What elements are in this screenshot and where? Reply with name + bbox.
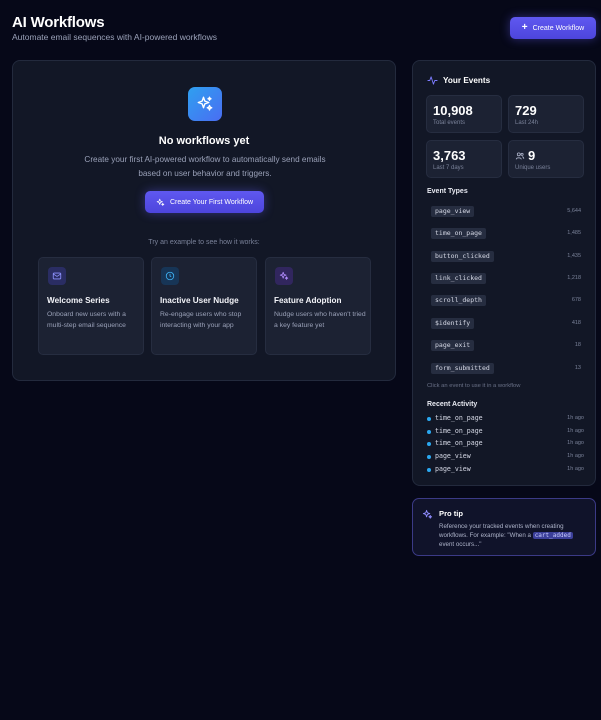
create-workflow-button[interactable]: + Create Workflow — [510, 17, 596, 39]
sparkles-icon — [275, 267, 293, 285]
activity-time: 1h ago — [567, 440, 584, 446]
stat-unique-users: 9 Unique users — [508, 140, 584, 178]
activity-event-name: time_on_page — [435, 427, 483, 435]
event-type-row[interactable]: form_submitted 13 — [431, 363, 581, 375]
activity-dot — [427, 417, 431, 421]
activity-row: page_view 1h ago — [427, 452, 584, 462]
event-type-row[interactable]: page_view 5,644 — [431, 206, 581, 218]
event-count: 418 — [571, 320, 581, 326]
create-workflow-label: Create Workflow — [532, 24, 585, 32]
stat-value-wrap: 9 — [515, 148, 535, 163]
event-name-chip: page_exit — [431, 340, 475, 351]
event-type-row[interactable]: $identify 418 — [431, 318, 581, 330]
workflows-empty-card: No workflows yet Create your first AI-po… — [12, 60, 396, 381]
event-name-chip: page_view — [431, 206, 475, 217]
sparkles-icon — [188, 87, 222, 121]
event-type-row[interactable]: button_clicked 1,435 — [431, 251, 581, 263]
event-count: 5,644 — [567, 208, 581, 214]
create-first-workflow-label: Create Your First Workflow — [169, 198, 254, 206]
stat-label: Last 24h — [515, 120, 539, 126]
events-panel: Your Events 10,908 Total events 729 Last… — [412, 60, 596, 486]
event-name-chip: $identify — [431, 318, 475, 329]
activity-row: time_on_page 1h ago — [427, 427, 584, 437]
page-subtitle: Automate email sequences with AI-powered… — [12, 32, 218, 42]
event-type-row[interactable]: link_clicked 1,218 — [431, 273, 581, 285]
event-name-chip: link_clicked — [431, 273, 486, 284]
pro-tip-text: Reference your tracked events when creat… — [439, 522, 589, 549]
event-count: 1,218 — [567, 275, 581, 281]
stat-label: Last 7 days — [433, 165, 464, 171]
event-types-title: Event Types — [427, 188, 468, 195]
example-description: Re-engage users who stop interacting wit… — [160, 311, 242, 329]
recent-activity-title: Recent Activity — [427, 401, 478, 408]
example-title: Inactive User Nudge — [160, 296, 239, 305]
activity-icon — [427, 76, 438, 85]
activity-event-name: page_view — [435, 465, 471, 473]
sparkles-icon — [422, 509, 433, 519]
stat-last-7-days: 3,763 Last 7 days — [426, 140, 502, 178]
empty-state-title: No workflows yet — [158, 135, 250, 147]
page-title: AI Workflows — [12, 14, 105, 31]
stat-value: 10,908 — [433, 103, 473, 118]
stat-value: 729 — [515, 103, 537, 118]
mail-icon — [48, 267, 66, 285]
example-title: Welcome Series — [47, 296, 110, 305]
pro-tip-code: cart_added — [532, 532, 573, 539]
activity-dot — [427, 430, 431, 434]
empty-state-description: Create your first AI-powered workflow to… — [84, 155, 326, 178]
stat-label: Total events — [433, 120, 466, 126]
activity-event-name: time_on_page — [435, 439, 483, 447]
stat-label: Unique users — [515, 165, 551, 171]
event-count: 1,485 — [567, 230, 581, 236]
event-count: 18 — [574, 342, 581, 348]
activity-time: 1h ago — [567, 466, 584, 472]
event-name-chip: form_submitted — [431, 363, 494, 374]
event-count: 13 — [574, 365, 581, 371]
event-type-row[interactable]: page_exit 18 — [431, 340, 581, 352]
event-count: 1,435 — [567, 253, 581, 259]
activity-row: time_on_page 1h ago — [427, 414, 584, 424]
pro-tip-text-after: event occurs..." — [439, 541, 482, 548]
activity-row: page_view 1h ago — [427, 465, 584, 475]
activity-dot — [427, 468, 431, 472]
activity-time: 1h ago — [567, 453, 584, 459]
event-type-row[interactable]: scroll_depth 678 — [431, 295, 581, 307]
activity-dot — [427, 442, 431, 446]
clock-icon — [161, 267, 179, 285]
activity-event-name: page_view — [435, 452, 471, 460]
users-icon — [515, 151, 525, 159]
stat-value: 3,763 — [433, 148, 466, 163]
activity-dot — [427, 455, 431, 459]
events-panel-title: Your Events — [443, 76, 491, 85]
create-first-workflow-button[interactable]: Create Your First Workflow — [145, 191, 264, 213]
activity-row: time_on_page 1h ago — [427, 439, 584, 449]
events-panel-header: Your Events — [427, 75, 490, 86]
pro-tip-card: Pro tip Reference your tracked events wh… — [412, 498, 596, 556]
event-type-row[interactable]: time_on_page 1,485 — [431, 228, 581, 240]
event-click-hint: Click an event to use it in a workflow — [427, 383, 521, 389]
sparkles-icon — [156, 198, 165, 206]
example-title: Feature Adoption — [274, 296, 342, 305]
event-name-chip: button_clicked — [431, 251, 494, 262]
example-card-welcome-series[interactable]: Welcome Series Onboard new users with a … — [38, 257, 144, 355]
example-description: Onboard new users with a multi-step emai… — [47, 311, 126, 329]
event-name-chip: scroll_depth — [431, 295, 486, 306]
stat-value: 9 — [528, 148, 536, 163]
event-count: 678 — [571, 297, 581, 303]
activity-event-name: time_on_page — [435, 414, 483, 422]
activity-time: 1h ago — [567, 415, 584, 421]
plus-icon: + — [521, 22, 528, 33]
example-card-feature-adoption[interactable]: Feature Adoption Nudge users who haven't… — [265, 257, 371, 355]
pro-tip-title: Pro tip — [439, 509, 464, 518]
event-name-chip: time_on_page — [431, 228, 486, 239]
example-card-inactive-user-nudge[interactable]: Inactive User Nudge Re-engage users who … — [151, 257, 257, 355]
stat-last-24h: 729 Last 24h — [508, 95, 584, 133]
example-description: Nudge users who haven't tried a key feat… — [274, 311, 366, 329]
activity-time: 1h ago — [567, 428, 584, 434]
stat-total-events: 10,908 Total events — [426, 95, 502, 133]
examples-hint: Try an example to see how it works: — [148, 239, 260, 246]
